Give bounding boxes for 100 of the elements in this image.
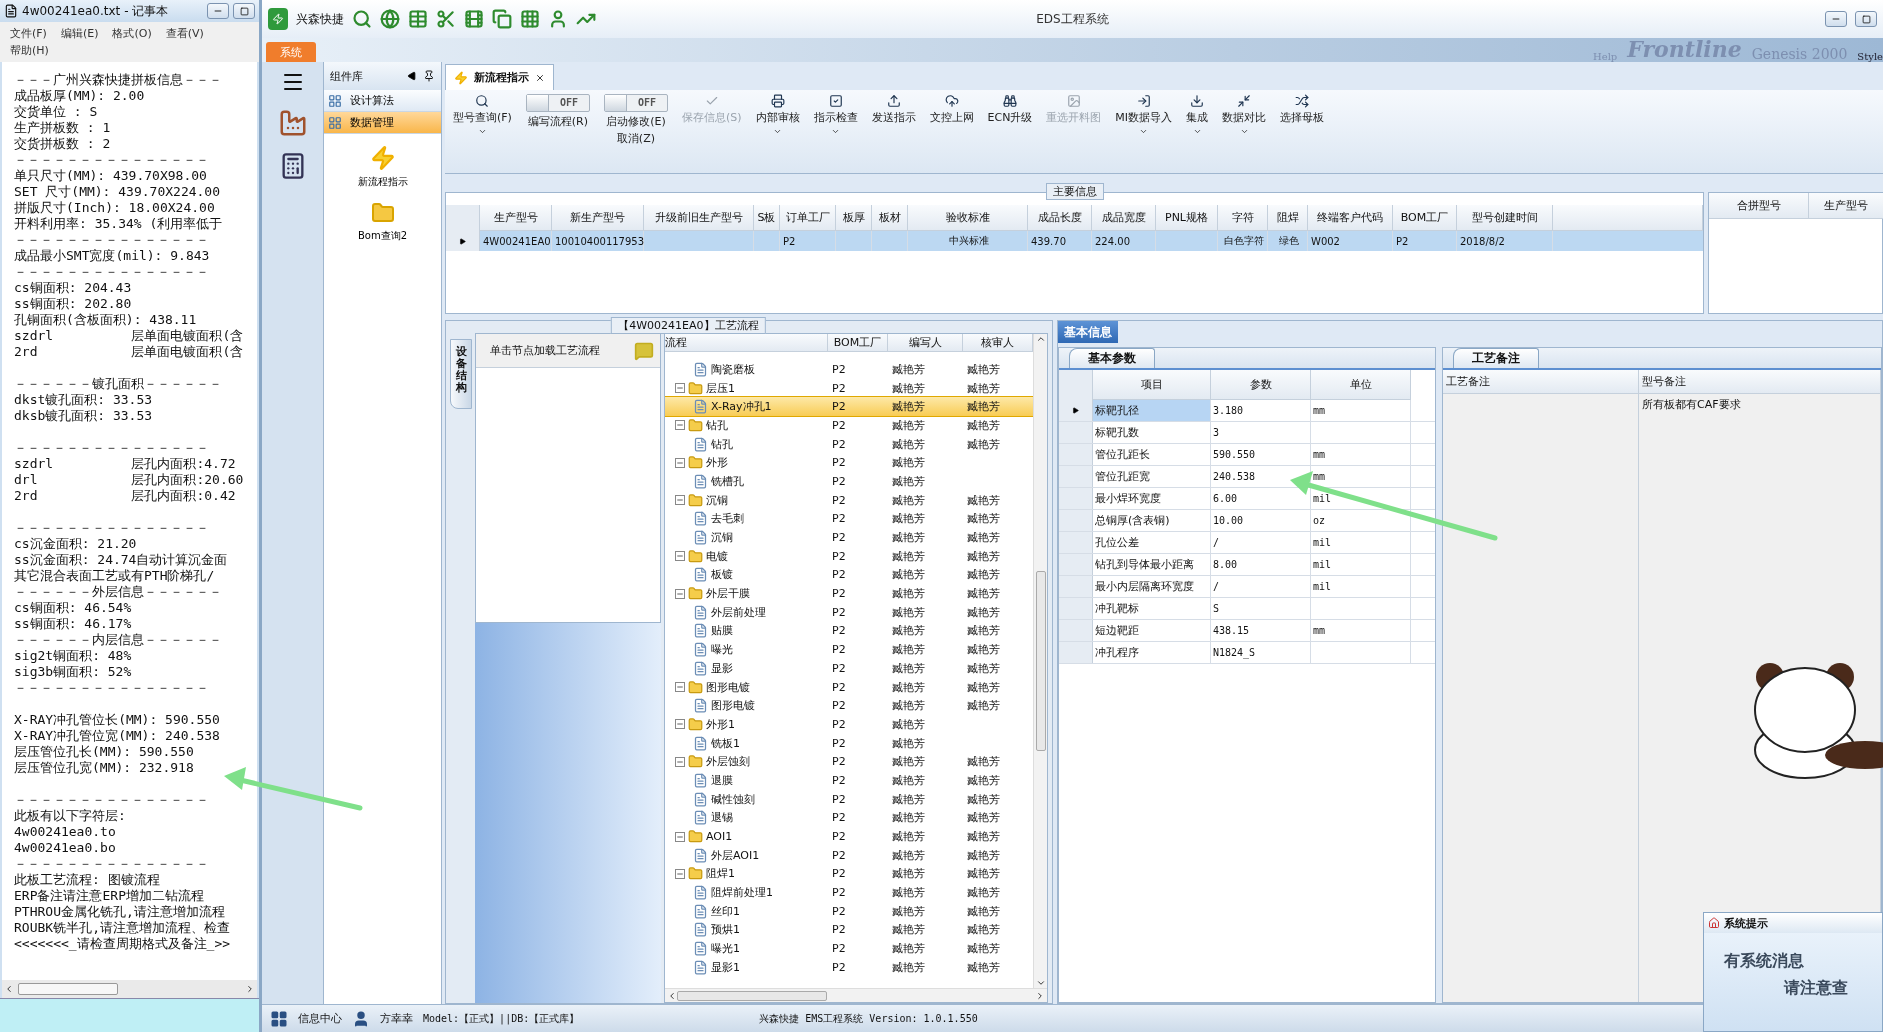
text-line: 孔铜面积(含板面积): 438.11 [14, 312, 198, 328]
table-icon[interactable] [408, 9, 428, 29]
table-cell-text: 臧艳芳 [966, 511, 1001, 527]
table-cell-text: 臧艳芳 [966, 754, 1001, 770]
text-line: ss铜面积: 46.17% [14, 616, 133, 632]
tree-label: 阻焊前处理1 [711, 885, 773, 901]
scroll-thumb[interactable] [18, 983, 118, 995]
tool-button[interactable]: 新流程指示 [324, 144, 441, 190]
component-item[interactable]: 数据管理 [324, 112, 441, 134]
component-item[interactable]: 设计算法 [324, 90, 441, 112]
panel-tab[interactable]: 基本信息 [1058, 321, 1118, 343]
tree-row[interactable]: X-Ray冲孔1 P2 臧艳芳 臧艳芳 [665, 397, 1033, 417]
minimize-button[interactable] [1825, 11, 1847, 27]
menu-item[interactable]: 查看(V) [165, 26, 204, 41]
toolbar-button[interactable]: ECN升级 [983, 94, 1037, 125]
tree-label: 丝印1 [711, 903, 740, 919]
table-cell-text: 臧艳芳 [891, 586, 926, 602]
table-cell[interactable]: 冲孔程序 [1093, 642, 1211, 663]
toolbar-button[interactable]: 发送指示 [867, 94, 920, 125]
toolbar-button[interactable]: 文控上网 [925, 94, 978, 125]
table-cell[interactable]: 短边靶距 [1093, 620, 1211, 641]
vertical-tab[interactable]: 设备结构 [450, 339, 472, 409]
edit-toggle[interactable]: OFF 编写流程(R) [521, 94, 594, 129]
vertical-scrollbar[interactable] [1033, 334, 1047, 988]
toolbar-button[interactable]: 型号查询(F) [449, 94, 516, 136]
scroll-left-icon[interactable] [4, 984, 14, 994]
film-icon[interactable] [464, 9, 484, 29]
grid-icon[interactable] [270, 1009, 288, 1028]
file-icon [693, 885, 708, 901]
tab-label[interactable]: 新流程指示 [474, 70, 529, 85]
edit-toggle[interactable]: OFF 启动修改(E) 取消(Z) [599, 94, 672, 146]
table-cell-text: 臧艳芳 [966, 941, 1001, 957]
table-cell[interactable]: 管位孔距宽 [1093, 466, 1211, 487]
folder-icon [688, 866, 703, 882]
toolbar-button[interactable]: MI数据导入 [1111, 94, 1177, 136]
table-cell[interactable]: 总铜厚(含表铜) [1093, 510, 1211, 531]
column-header: 字符 [1218, 205, 1268, 231]
collapse-icon[interactable] [407, 71, 417, 81]
status-text[interactable]: 信息中心 [298, 1011, 342, 1026]
table-cell[interactable]: 冲孔靶标 [1093, 598, 1211, 619]
toolbar-button[interactable]: 内部审核 [751, 94, 804, 136]
maximize-button[interactable] [233, 3, 255, 19]
scroll-right-icon[interactable] [1035, 990, 1045, 1001]
style-menu[interactable]: Style [1857, 51, 1883, 62]
table-cell[interactable]: 标靶孔径 [1093, 400, 1211, 421]
horizontal-scrollbar[interactable] [665, 988, 1047, 1002]
panel-tab[interactable]: 基本参数 [1069, 348, 1155, 368]
file-icon [693, 660, 708, 676]
popup-title: 系统提示 [1724, 915, 1768, 931]
close-icon[interactable] [535, 72, 545, 83]
user-name: 方幸幸 [380, 1011, 413, 1026]
table-cell-text: 臧艳芳 [966, 829, 1001, 845]
column-header: 单位 [1311, 370, 1411, 400]
toggle-switch[interactable]: OFF [525, 94, 590, 112]
pin-icon[interactable] [423, 70, 435, 82]
table-cell: P2 [780, 231, 836, 251]
copy-icon[interactable] [492, 9, 512, 29]
grid-icon[interactable] [520, 9, 540, 29]
table-cell[interactable]: 孔位公差 [1093, 532, 1211, 553]
horizontal-scrollbar[interactable] [2, 980, 257, 998]
tool-button[interactable]: Bom查询2 [324, 200, 441, 244]
table-cell-text: P2 [831, 680, 847, 694]
tree-label: 预烘1 [711, 922, 740, 938]
text-line: ss沉金面积: 24.74自动计算沉金面 [14, 552, 229, 568]
toolbar-button[interactable]: 选择母板 [1276, 94, 1329, 125]
scissors-icon[interactable] [436, 9, 456, 29]
tree-label: 外层AOI1 [711, 847, 760, 863]
search-icon[interactable] [352, 9, 372, 29]
menu-item[interactable]: 帮助(H) [10, 43, 49, 58]
table-cell[interactable]: 钻孔到导体最小距离 [1093, 554, 1211, 575]
globe-icon[interactable] [380, 9, 400, 29]
scroll-thumb[interactable] [1035, 571, 1046, 751]
compress-icon [1237, 94, 1252, 108]
scroll-down-icon[interactable] [1035, 978, 1046, 988]
minimize-button[interactable] [207, 3, 229, 19]
menu-item[interactable]: 编辑(E) [60, 26, 99, 41]
table-row[interactable]: 4W00241EA0 10010400117953 P2 中兴标准 439.70 224.00 白色字符 绿色 W002 P2 2018/8/2 [446, 231, 1703, 251]
menu-item[interactable]: 文件(F) [10, 26, 47, 41]
scroll-right-icon[interactable] [245, 984, 255, 994]
panel-tab[interactable]: 工艺备注 [1453, 348, 1539, 368]
table-cell[interactable]: 标靶孔数 [1093, 422, 1211, 443]
toggle-switch[interactable]: OFF [603, 94, 668, 112]
scroll-up-icon[interactable] [1035, 334, 1046, 344]
user-icon[interactable] [548, 9, 568, 29]
table-cell[interactable]: 最小内层隔离环宽度 [1093, 576, 1211, 597]
toolbar-button[interactable]: 指示检查 [809, 94, 862, 136]
table-cell-text: 臧艳芳 [891, 473, 926, 489]
table-cell: mm [1311, 620, 1411, 641]
text-line: 拼版尺寸(Inch): 18.00X24.00 [14, 200, 216, 216]
table-cell[interactable]: 管位孔距长 [1093, 444, 1211, 465]
maximize-button[interactable] [1855, 11, 1877, 27]
toolbar-button[interactable]: 集成 [1182, 94, 1213, 136]
text-line: 2rd 层孔内面积:0.42 [14, 488, 237, 504]
scroll-thumb[interactable] [677, 990, 827, 1001]
toolbar-button[interactable]: 数据对比 [1218, 94, 1271, 136]
table-cell-text: 臧艳芳 [966, 492, 1001, 508]
table-cell[interactable]: 最小焊环宽度 [1093, 488, 1211, 509]
menu-item[interactable]: 格式(O) [112, 26, 152, 41]
table-cell-text: 臧艳芳 [966, 772, 1001, 788]
scroll-left-icon[interactable] [667, 990, 677, 1001]
